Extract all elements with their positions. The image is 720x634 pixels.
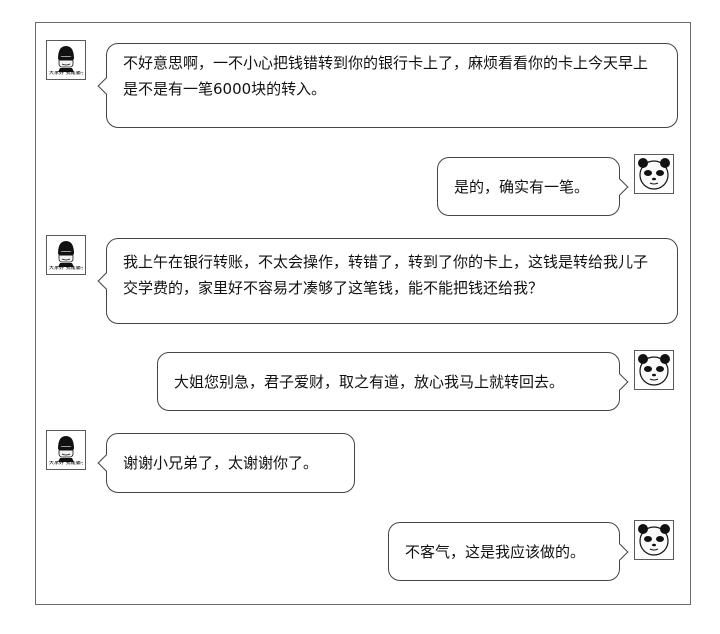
message-text-4: 大姐您别急，君子爱财，取之有道，放心我马上就转回去。 (174, 373, 565, 391)
panda-face-icon (638, 354, 670, 386)
message-bubble-2: 是的，确实有一笔。 (437, 157, 629, 216)
message-bubble-1: 不好意思啊，一不小心把钱错转到你的银行卡上了，麻烦看看你的卡上今天早上是不是有一… (97, 43, 678, 128)
message-text-5: 谢谢小兄弟了，太谢谢你了。 (123, 454, 319, 472)
avatar-panda (634, 350, 674, 390)
avatar-caption: 大家好 我是骗子 (49, 266, 83, 271)
avatar-scammer: 大家好 我是骗子 (46, 40, 86, 80)
message-text-1: 不好意思啊，一不小心把钱错转到你的银行卡上了，麻烦看看你的卡上今天早上是不是有一… (123, 54, 649, 98)
message-text-3: 我上午在银行转账，不太会操作，转错了，转到了你的卡上，这钱是转给我儿子交学费的，… (123, 253, 649, 297)
avatar-panda (634, 154, 674, 194)
message-bubble-3: 我上午在银行转账，不太会操作，转错了，转到了你的卡上，这钱是转给我儿子交学费的，… (97, 238, 678, 324)
panda-face-icon (638, 158, 670, 190)
message-bubble-5: 谢谢小兄弟了，太谢谢你了。 (97, 433, 355, 493)
avatar-caption: 大家好 我是骗子 (49, 461, 83, 466)
message-text-6: 不客气，这是我应该做的。 (405, 543, 586, 561)
avatar-scammer: 大家好 我是骗子 (46, 430, 86, 470)
message-bubble-4: 大姐您别急，君子爱财，取之有道，放心我马上就转回去。 (157, 352, 629, 411)
message-text-2: 是的，确实有一笔。 (454, 178, 590, 196)
panda-face-icon (638, 524, 670, 556)
avatar-scammer: 大家好 我是骗子 (46, 235, 86, 275)
message-bubble-6: 不客气，这是我应该做的。 (388, 522, 629, 581)
avatar-panda (634, 520, 674, 560)
avatar-caption: 大家好 我是骗子 (49, 71, 83, 76)
